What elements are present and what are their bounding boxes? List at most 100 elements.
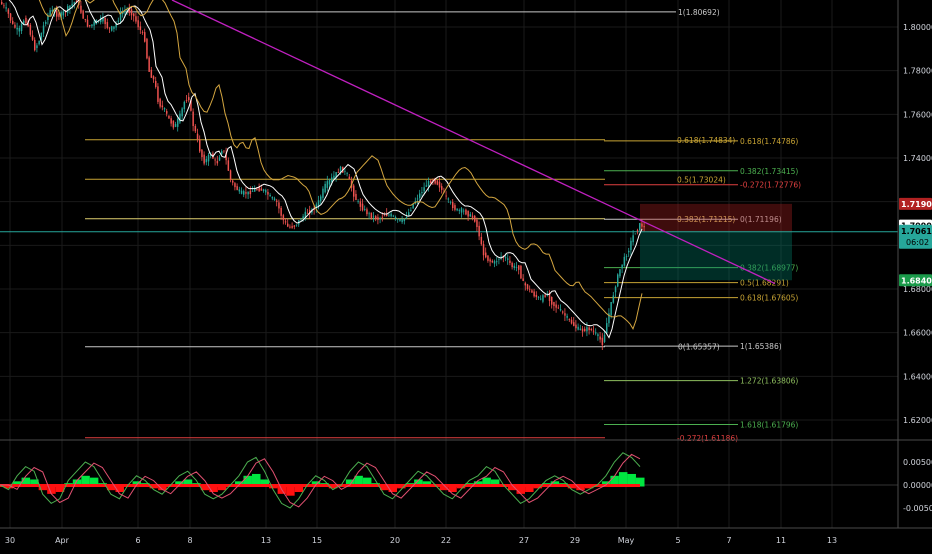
y-tick-label: 1.68000 [903,285,932,294]
candle-body [526,284,529,290]
candle-body [300,219,302,221]
candle-body [306,213,309,214]
candle-body [240,190,243,194]
candle-body [617,274,619,287]
x-tick-label: 27 [519,536,529,545]
candle-body [276,200,278,202]
candle-body [20,23,23,31]
candle-body [522,278,524,281]
y-tick-label: 1.76000 [903,110,932,119]
candle-body [337,172,340,173]
candle-body [597,334,599,337]
candle-body [579,328,582,330]
candle-body [150,69,153,78]
fib-label-right: 1.618(1.61796) [740,420,798,429]
candle-body [511,262,513,268]
candle-body [155,80,157,87]
candle-body [416,198,419,200]
candle-body [427,180,430,187]
candle-body [445,195,447,197]
stop-loss-zone [640,203,792,232]
candle-body [441,186,443,190]
price-chart[interactable]: 1(1.80692) 0.618(1.74834) 0.5(1.73024) 0.38… [0,0,932,550]
candle-body [216,160,219,164]
candle-body [56,10,58,17]
candle-body [467,210,469,217]
candle-body [496,261,498,263]
candle-body [557,307,560,309]
candle-body [108,27,111,29]
candle-body [471,215,474,219]
x-tick-label: 7 [726,536,731,545]
candle-body [5,7,7,9]
candle-body [359,201,362,207]
candle-body [390,213,392,217]
candle-body [375,216,377,220]
candle-body [588,327,590,331]
candle-body [348,176,351,180]
price-badge-label: 1.71900 [901,200,932,209]
candle-body [504,257,507,259]
candle-body [256,188,258,190]
candle-body [421,191,423,193]
candle-body [159,98,161,107]
y-tick-label: 1.80000 [903,23,932,32]
candle-body [333,175,335,179]
x-tick-label: May [618,536,635,545]
candle-body [302,216,304,219]
candle-body [485,252,487,258]
candle-body [104,17,106,25]
x-tick-label: 11 [776,536,786,545]
candle-body [430,180,432,184]
candle-body [232,180,234,183]
osc-base-band [0,484,640,487]
candle-body [236,186,238,190]
candle-body [562,311,564,313]
candle-body [111,26,113,31]
candle-body [524,283,527,286]
y-tick-label: 1.64000 [903,372,932,381]
candle-body [619,269,621,277]
candle-body [247,191,249,195]
candle-body [249,190,252,195]
candle-body [284,221,287,223]
candle-body [423,187,425,192]
x-tick-label: 22 [441,536,451,545]
candle-body [144,32,146,42]
candle-body [221,151,223,155]
candle-body [460,208,463,213]
candle-body [474,215,476,222]
candle-body [188,97,190,101]
candle-body [262,189,265,191]
fib-label-right: 1.272(1.63806) [740,377,798,386]
x-tick-label: 20 [390,536,400,545]
candle-body [93,21,95,26]
x-tick-label: 15 [312,536,322,545]
candle-body [251,191,254,192]
fib-label-left: 0.618(1.74834) [677,136,735,145]
candle-body [38,40,40,45]
candle-body [84,19,87,20]
price-badge-label: 1.68400 [901,276,932,285]
candle-body [82,10,84,19]
candle-body [238,189,241,192]
candle-body [639,223,641,231]
candle-body [535,294,538,298]
candle-body [612,295,615,303]
candle-body [379,218,381,220]
candle-body [135,16,137,22]
candle-body [194,126,197,132]
candle-body [399,218,401,221]
candle-body [368,213,370,215]
candle-body [436,180,439,185]
candle-body [447,198,450,200]
candle-body [469,214,472,217]
candle-body [320,196,322,202]
candle-body [192,111,194,127]
candle-body [245,192,247,194]
chart-stage[interactable]: 1(1.80692) 0.618(1.74834) 0.5(1.73024) 0.38… [0,0,932,550]
candle-body [205,159,208,163]
candle-body [476,219,478,228]
candle-body [42,25,45,34]
candle-body [146,38,148,59]
